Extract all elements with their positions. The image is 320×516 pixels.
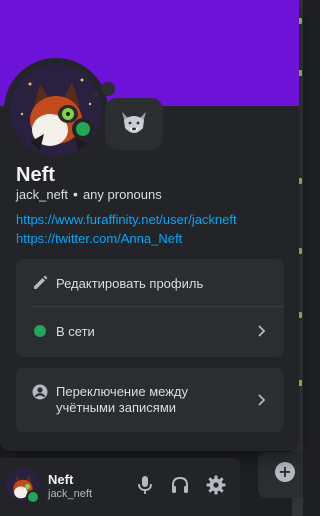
online-dot-icon [34,325,46,337]
custom-status-bubble[interactable] [105,98,163,150]
twitter-link[interactable]: https://twitter.com/Anna_Neft [16,231,182,246]
add-server-button[interactable]: + [275,462,295,482]
user-settings-button[interactable] [205,474,227,496]
switch-accounts-label: Переключение между учётными записями [56,384,189,415]
online-status-indicator [76,122,90,136]
profile-popout: Neft jack_neft • any pronouns https://ww… [0,0,299,451]
wolf-emoji-icon [122,112,146,133]
mute-microphone-button[interactable] [134,474,156,496]
headphones-icon [172,476,188,493]
furaffinity-link[interactable]: https://www.furaffinity.net/user/jacknef… [16,212,237,227]
plus-icon: + [278,462,292,481]
separator: • [73,186,78,202]
edit-profile-label: Редактировать профиль [56,275,204,291]
pronouns: any pronouns [82,186,162,202]
account-icon [32,384,48,400]
user-panel-status-indicator [28,492,38,502]
microphone-icon [138,476,152,494]
username: jack_neft [16,186,69,202]
chevron-right-icon [258,325,266,337]
profile-actions-card: Редактировать профиль В сети [16,259,284,357]
edit-profile-button[interactable]: Редактировать профиль [16,271,284,295]
pencil-icon [34,275,48,289]
fox-avatar-icon [10,64,102,156]
display-name: Neft [16,164,55,186]
switch-accounts-card[interactable]: Переключение между учётными записями [16,368,284,432]
gear-icon [206,475,226,495]
username-line: jack_neft • any pronouns [16,186,162,202]
status-label: В сети [56,323,95,339]
avatar[interactable] [10,64,102,156]
divider [32,306,284,307]
chevron-right-icon [258,394,266,406]
deafen-button[interactable] [169,474,191,496]
thought-bubble-medium [101,82,115,96]
status-selector[interactable]: В сети [16,319,284,343]
thought-bubble-small [93,92,99,98]
user-panel-username[interactable]: jack_neft [48,488,92,500]
user-panel-name[interactable]: Neft [48,472,73,487]
